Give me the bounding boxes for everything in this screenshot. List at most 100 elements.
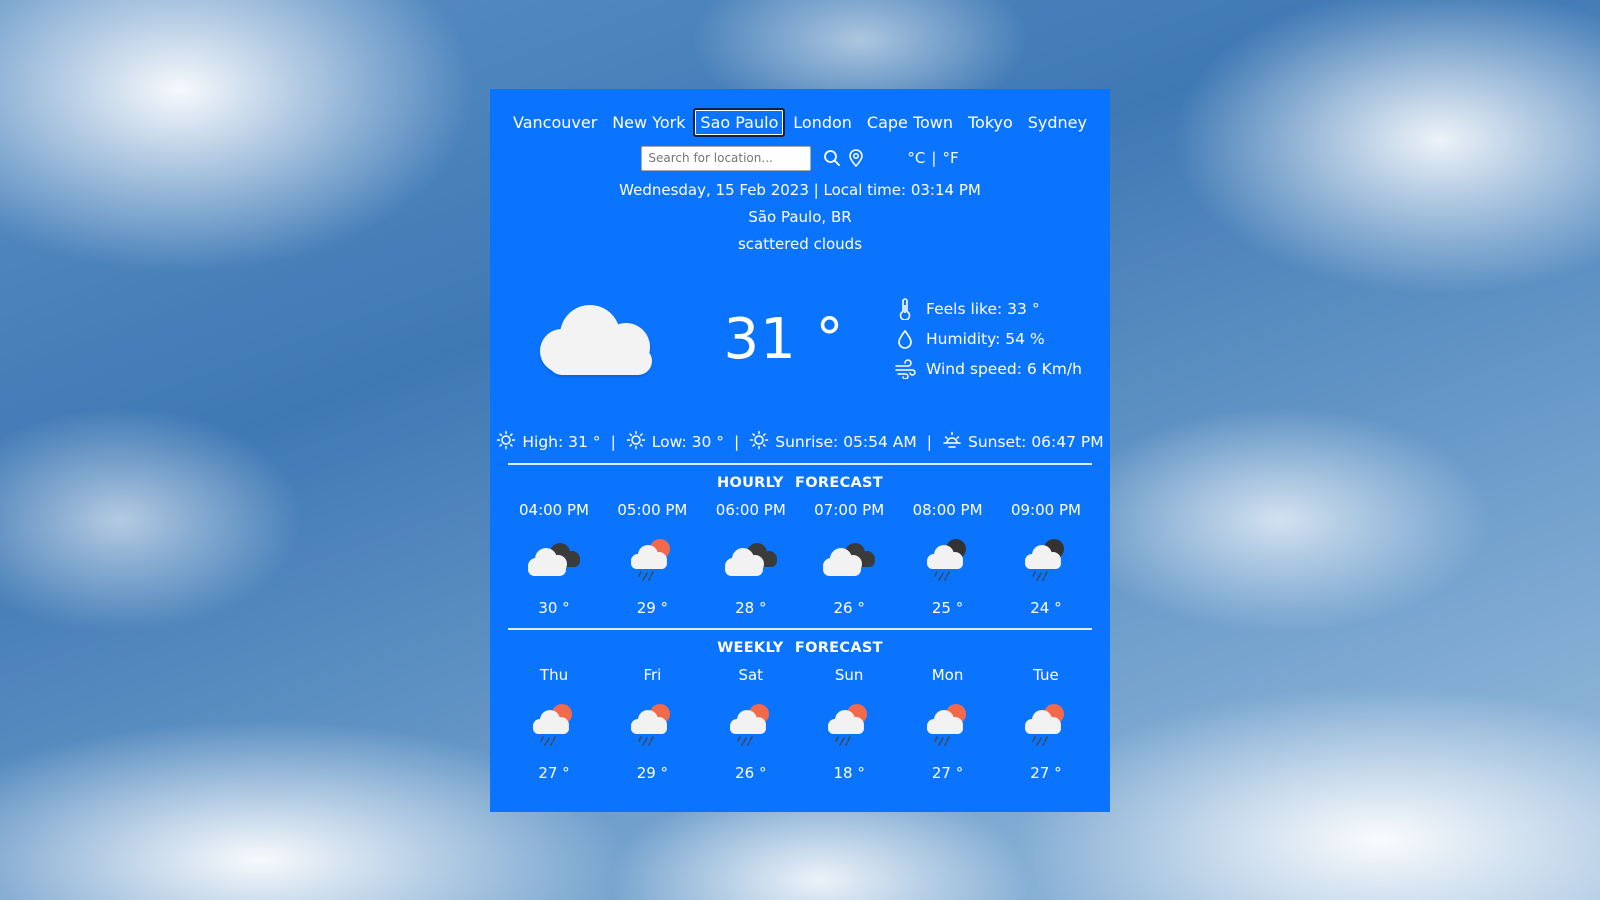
humidity-row: Humidity: 54 % xyxy=(894,324,1082,354)
current-temperature: 31 ° xyxy=(723,306,845,372)
low-value: Low: 30 ° xyxy=(651,433,725,451)
thermometer-icon xyxy=(894,298,916,320)
broken-clouds-icon xyxy=(512,521,596,597)
city-tab-tokyo[interactable]: Tokyo xyxy=(961,108,1020,137)
weather-card: Vancouver New York Sao Paulo London Cape… xyxy=(490,89,1110,812)
weekly-forecast-temp: 27 ° xyxy=(931,764,964,782)
wind-row: Wind speed: 6 Km/h xyxy=(894,354,1082,384)
current-conditions: 31 ° Feels like: 33 ° Humidity: 54 % Win… xyxy=(504,274,1096,404)
unit-separator: | xyxy=(931,149,937,167)
city-tab-london[interactable]: London xyxy=(786,108,859,137)
weekly-forecast-temp: 27 ° xyxy=(538,764,570,782)
city-tab-sao-paulo[interactable]: Sao Paulo xyxy=(693,107,786,137)
divider xyxy=(508,463,1092,465)
sun-rain-icon xyxy=(1004,686,1088,762)
stat-separator: | xyxy=(734,433,740,451)
weekly-forecast-label: Mon xyxy=(931,666,964,684)
water-drop-icon xyxy=(894,328,916,350)
sunrise-icon xyxy=(749,430,769,454)
sun-rain-icon xyxy=(807,686,891,762)
weekly-forecast-temp: 26 ° xyxy=(735,764,767,782)
weekly-forecast-temp: 27 ° xyxy=(1030,764,1062,782)
sunrise-value: Sunrise: 05:54 AM xyxy=(775,433,917,451)
low-stat: Low: 30 ° xyxy=(626,430,724,454)
search-icon[interactable] xyxy=(821,147,843,169)
daily-stats: High: 31 ° | Low: 30 ° | Sunrise: 05:54 … xyxy=(497,430,1104,454)
city-tab-sydney[interactable]: Sydney xyxy=(1021,108,1094,137)
sun-rain-icon xyxy=(906,686,990,762)
hourly-forecast-label: 05:00 PM xyxy=(617,501,688,519)
high-stat: High: 31 ° xyxy=(496,430,601,454)
weekly-forecast-label: Sat xyxy=(738,666,764,684)
date-time: Wednesday, 15 Feb 2023 | Local time: 03:… xyxy=(619,181,981,199)
weekly-forecast-item: Sun 18 ° xyxy=(807,664,891,784)
location-pin-icon[interactable] xyxy=(845,147,867,169)
hourly-forecast-label: 09:00 PM xyxy=(1010,501,1081,519)
hourly-forecast-label: 08:00 PM xyxy=(912,501,983,519)
humidity-value: Humidity: 54 % xyxy=(926,330,1045,348)
hourly-forecast-temp: 28 ° xyxy=(735,599,767,617)
sun-rain-icon xyxy=(512,686,596,762)
weekly-forecast-item: Thu 27 ° xyxy=(512,664,596,784)
hourly-forecast-label: 04:00 PM xyxy=(519,501,589,519)
weekly-forecast-label: Tue xyxy=(1033,666,1059,684)
wind-icon xyxy=(894,358,916,380)
current-details: Feels like: 33 ° Humidity: 54 % Wind spe… xyxy=(894,294,1082,384)
broken-clouds-icon xyxy=(709,521,793,597)
unit-toggle: °C | °F xyxy=(907,149,958,167)
weather-description: scattered clouds xyxy=(737,235,863,253)
hourly-forecast: 04:00 PM 30 ° 05:00 PM 29 ° 06:00 PM 28 ° 07:0… xyxy=(504,499,1096,619)
wind-value: Wind speed: 6 Km/h xyxy=(926,360,1082,378)
weekly-forecast-item: Mon 27 ° xyxy=(906,664,990,784)
hourly-forecast-label: 06:00 PM xyxy=(715,501,786,519)
weekly-forecast-item: Tue 27 ° xyxy=(1004,664,1088,784)
city-tabs: Vancouver New York Sao Paulo London Cape… xyxy=(504,107,1096,137)
weekly-forecast: Thu 27 ° Fri 29 ° Sat 26 ° Sun 18 ° Mon 27 ° Tue 27… xyxy=(504,664,1096,784)
fahrenheit-button[interactable]: °F xyxy=(942,149,958,167)
hourly-forecast-item: 06:00 PM 28 ° xyxy=(709,499,793,619)
high-value: High: 31 ° xyxy=(522,433,601,451)
stat-separator: | xyxy=(610,433,616,451)
weekly-forecast-label: Thu xyxy=(539,666,569,684)
hourly-forecast-item: 08:00 PM 25 ° xyxy=(906,499,990,619)
hourly-forecast-item: 04:00 PM 30 ° xyxy=(512,499,596,619)
hourly-forecast-item: 07:00 PM 26 ° xyxy=(807,499,891,619)
hourly-forecast-temp: 29 ° xyxy=(636,599,669,617)
sun-icon xyxy=(496,430,516,454)
feels-like-row: Feels like: 33 ° xyxy=(894,294,1082,324)
sunrise-stat: Sunrise: 05:54 AM xyxy=(749,430,917,454)
night-rain-icon xyxy=(1004,521,1088,597)
city-tab-new-york[interactable]: New York xyxy=(605,108,692,137)
weekly-forecast-item: Fri 29 ° xyxy=(610,664,694,784)
hourly-forecast-temp: 24 ° xyxy=(1030,599,1062,617)
weekly-forecast-temp: 18 ° xyxy=(833,764,865,782)
celsius-button[interactable]: °C xyxy=(907,149,925,167)
hourly-forecast-title: HOURLY FORECAST xyxy=(717,475,883,491)
weekly-forecast-title: WEEKLY FORECAST xyxy=(717,640,883,656)
sun-rain-icon xyxy=(610,686,694,762)
sunset-stat: Sunset: 06:47 PM xyxy=(942,430,1104,454)
sunset-icon xyxy=(942,430,962,454)
sun-icon xyxy=(626,430,646,454)
stat-separator: | xyxy=(926,433,932,451)
hourly-forecast-temp: 30 ° xyxy=(538,599,570,617)
sun-rain-icon xyxy=(610,521,694,597)
sunset-value: Sunset: 06:47 PM xyxy=(968,433,1104,451)
city-tab-cape-town[interactable]: Cape Town xyxy=(860,108,960,137)
sun-rain-icon xyxy=(709,686,793,762)
location-name: São Paulo, BR xyxy=(748,208,852,226)
hourly-forecast-item: 05:00 PM 29 ° xyxy=(610,499,694,619)
divider xyxy=(508,628,1092,630)
weekly-forecast-label: Sun xyxy=(834,666,864,684)
search-input[interactable] xyxy=(641,145,812,171)
cloud-icon xyxy=(504,297,694,381)
feels-like-value: Feels like: 33 ° xyxy=(926,300,1040,318)
night-rain-icon xyxy=(906,521,990,597)
weekly-forecast-item: Sat 26 ° xyxy=(709,664,793,784)
weekly-forecast-temp: 29 ° xyxy=(636,764,669,782)
hourly-forecast-label: 07:00 PM xyxy=(814,501,885,519)
search-bar: °C | °F xyxy=(504,145,1096,171)
hourly-forecast-temp: 25 ° xyxy=(931,599,964,617)
hourly-forecast-item: 09:00 PM 24 ° xyxy=(1004,499,1088,619)
city-tab-vancouver[interactable]: Vancouver xyxy=(506,108,604,137)
